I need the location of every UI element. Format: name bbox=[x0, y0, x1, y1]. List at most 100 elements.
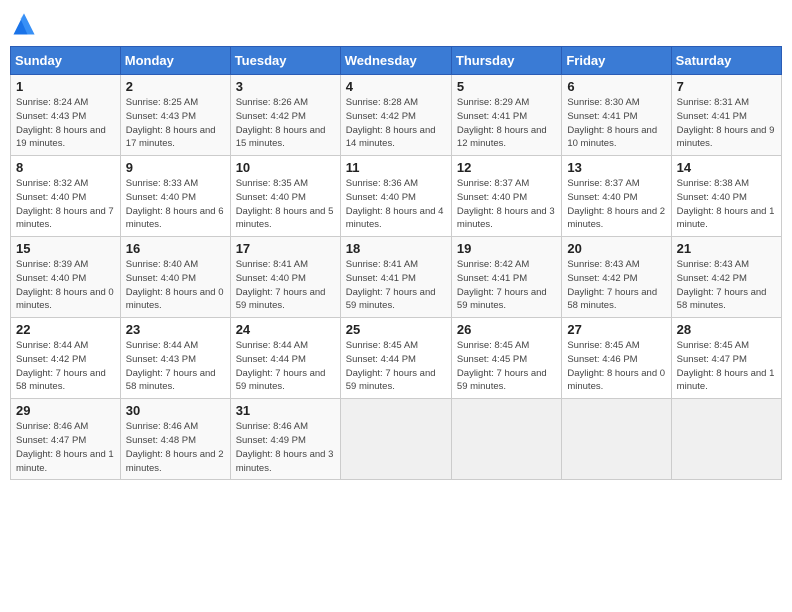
calendar-cell: 1 Sunrise: 8:24 AMSunset: 4:43 PMDaylight… bbox=[11, 75, 121, 156]
day-detail: Sunrise: 8:30 AMSunset: 4:41 PMDaylight:… bbox=[567, 96, 665, 151]
day-detail: Sunrise: 8:43 AMSunset: 4:42 PMDaylight:… bbox=[677, 258, 776, 313]
calendar-cell: 26 Sunrise: 8:45 AMSunset: 4:45 PMDayligh… bbox=[451, 318, 561, 399]
day-number: 2 bbox=[126, 79, 225, 94]
calendar-cell bbox=[451, 399, 561, 480]
day-detail: Sunrise: 8:24 AMSunset: 4:43 PMDaylight:… bbox=[16, 96, 115, 151]
day-number: 23 bbox=[126, 322, 225, 337]
day-number: 28 bbox=[677, 322, 776, 337]
calendar-cell: 2 Sunrise: 8:25 AMSunset: 4:43 PMDaylight… bbox=[120, 75, 230, 156]
calendar-day-header: Sunday bbox=[11, 47, 121, 75]
day-detail: Sunrise: 8:42 AMSunset: 4:41 PMDaylight:… bbox=[457, 258, 556, 313]
calendar-cell: 11Sunrise: 8:36 AMSunset: 4:40 PMDayligh… bbox=[340, 156, 451, 237]
calendar-week-row: 1 Sunrise: 8:24 AMSunset: 4:43 PMDaylight… bbox=[11, 75, 782, 156]
day-number: 31 bbox=[236, 403, 335, 418]
day-detail: Sunrise: 8:45 AMSunset: 4:44 PMDaylight:… bbox=[346, 339, 446, 394]
day-number: 8 bbox=[16, 160, 115, 175]
calendar-cell: 14 Sunrise: 8:38 AMSunset: 4:40 PMDayligh… bbox=[671, 156, 781, 237]
calendar-day-header: Monday bbox=[120, 47, 230, 75]
day-number: 16 bbox=[126, 241, 225, 256]
calendar-cell: 24 Sunrise: 8:44 AMSunset: 4:44 PMDayligh… bbox=[230, 318, 340, 399]
day-number: 30 bbox=[126, 403, 225, 418]
day-number: 15 bbox=[16, 241, 115, 256]
day-number: 24 bbox=[236, 322, 335, 337]
day-detail: Sunrise: 8:45 AMSunset: 4:46 PMDaylight:… bbox=[567, 339, 665, 394]
day-detail: Sunrise: 8:25 AMSunset: 4:43 PMDaylight:… bbox=[126, 96, 225, 151]
calendar-week-row: 8Sunrise: 8:32 AMSunset: 4:40 PMDaylight… bbox=[11, 156, 782, 237]
day-detail: Sunrise: 8:26 AMSunset: 4:42 PMDaylight:… bbox=[236, 96, 335, 151]
calendar-day-header: Wednesday bbox=[340, 47, 451, 75]
day-number: 4 bbox=[346, 79, 446, 94]
calendar-body: 1 Sunrise: 8:24 AMSunset: 4:43 PMDaylight… bbox=[11, 75, 782, 480]
day-number: 20 bbox=[567, 241, 665, 256]
day-number: 7 bbox=[677, 79, 776, 94]
day-number: 12 bbox=[457, 160, 556, 175]
calendar-day-header: Tuesday bbox=[230, 47, 340, 75]
calendar-cell bbox=[562, 399, 671, 480]
day-number: 21 bbox=[677, 241, 776, 256]
calendar-cell: 3 Sunrise: 8:26 AMSunset: 4:42 PMDaylight… bbox=[230, 75, 340, 156]
calendar-cell: 31 Sunrise: 8:46 AMSunset: 4:49 PMDayligh… bbox=[230, 399, 340, 480]
day-detail: Sunrise: 8:46 AMSunset: 4:49 PMDaylight:… bbox=[236, 420, 335, 475]
calendar-cell: 22Sunrise: 8:44 AMSunset: 4:42 PMDayligh… bbox=[11, 318, 121, 399]
calendar-header-row: SundayMondayTuesdayWednesdayThursdayFrid… bbox=[11, 47, 782, 75]
day-detail: Sunrise: 8:37 AMSunset: 4:40 PMDaylight:… bbox=[567, 177, 665, 232]
day-detail: Sunrise: 8:36 AMSunset: 4:40 PMDaylight:… bbox=[346, 177, 446, 232]
day-number: 29 bbox=[16, 403, 115, 418]
day-detail: Sunrise: 8:38 AMSunset: 4:40 PMDaylight:… bbox=[677, 177, 776, 232]
calendar-cell bbox=[671, 399, 781, 480]
day-detail: Sunrise: 8:45 AMSunset: 4:47 PMDaylight:… bbox=[677, 339, 776, 394]
calendar-cell: 25 Sunrise: 8:45 AMSunset: 4:44 PMDayligh… bbox=[340, 318, 451, 399]
calendar-cell: 20 Sunrise: 8:43 AMSunset: 4:42 PMDayligh… bbox=[562, 237, 671, 318]
day-detail: Sunrise: 8:44 AMSunset: 4:44 PMDaylight:… bbox=[236, 339, 335, 394]
logo-icon bbox=[10, 10, 38, 38]
calendar-table: SundayMondayTuesdayWednesdayThursdayFrid… bbox=[10, 46, 782, 480]
calendar-cell: 6 Sunrise: 8:30 AMSunset: 4:41 PMDaylight… bbox=[562, 75, 671, 156]
day-number: 6 bbox=[567, 79, 665, 94]
day-number: 17 bbox=[236, 241, 335, 256]
day-number: 27 bbox=[567, 322, 665, 337]
calendar-cell: 16 Sunrise: 8:40 AMSunset: 4:40 PMDayligh… bbox=[120, 237, 230, 318]
day-number: 25 bbox=[346, 322, 446, 337]
calendar-day-header: Thursday bbox=[451, 47, 561, 75]
day-detail: Sunrise: 8:37 AMSunset: 4:40 PMDaylight:… bbox=[457, 177, 556, 232]
day-detail: Sunrise: 8:33 AMSunset: 4:40 PMDaylight:… bbox=[126, 177, 225, 232]
day-number: 26 bbox=[457, 322, 556, 337]
calendar-cell: 17Sunrise: 8:41 AMSunset: 4:40 PMDayligh… bbox=[230, 237, 340, 318]
calendar-cell: 8Sunrise: 8:32 AMSunset: 4:40 PMDaylight… bbox=[11, 156, 121, 237]
calendar-cell: 15 Sunrise: 8:39 AMSunset: 4:40 PMDayligh… bbox=[11, 237, 121, 318]
calendar-cell: 18 Sunrise: 8:41 AMSunset: 4:41 PMDayligh… bbox=[340, 237, 451, 318]
page-header bbox=[10, 10, 782, 38]
day-detail: Sunrise: 8:46 AMSunset: 4:47 PMDaylight:… bbox=[16, 420, 115, 475]
calendar-week-row: 15 Sunrise: 8:39 AMSunset: 4:40 PMDayligh… bbox=[11, 237, 782, 318]
day-detail: Sunrise: 8:44 AMSunset: 4:43 PMDaylight:… bbox=[126, 339, 225, 394]
day-number: 13 bbox=[567, 160, 665, 175]
calendar-cell: 4 Sunrise: 8:28 AMSunset: 4:42 PMDaylight… bbox=[340, 75, 451, 156]
calendar-day-header: Saturday bbox=[671, 47, 781, 75]
day-number: 3 bbox=[236, 79, 335, 94]
day-detail: Sunrise: 8:35 AMSunset: 4:40 PMDaylight:… bbox=[236, 177, 335, 232]
day-detail: Sunrise: 8:43 AMSunset: 4:42 PMDaylight:… bbox=[567, 258, 665, 313]
day-number: 9 bbox=[126, 160, 225, 175]
day-number: 14 bbox=[677, 160, 776, 175]
calendar-cell bbox=[340, 399, 451, 480]
day-number: 18 bbox=[346, 241, 446, 256]
calendar-cell: 19Sunrise: 8:42 AMSunset: 4:41 PMDayligh… bbox=[451, 237, 561, 318]
calendar-week-row: 22Sunrise: 8:44 AMSunset: 4:42 PMDayligh… bbox=[11, 318, 782, 399]
calendar-cell: 9 Sunrise: 8:33 AMSunset: 4:40 PMDaylight… bbox=[120, 156, 230, 237]
day-detail: Sunrise: 8:28 AMSunset: 4:42 PMDaylight:… bbox=[346, 96, 446, 151]
calendar-cell: 21 Sunrise: 8:43 AMSunset: 4:42 PMDayligh… bbox=[671, 237, 781, 318]
day-number: 1 bbox=[16, 79, 115, 94]
day-detail: Sunrise: 8:45 AMSunset: 4:45 PMDaylight:… bbox=[457, 339, 556, 394]
calendar-cell: 10Sunrise: 8:35 AMSunset: 4:40 PMDayligh… bbox=[230, 156, 340, 237]
day-detail: Sunrise: 8:39 AMSunset: 4:40 PMDaylight:… bbox=[16, 258, 115, 313]
calendar-cell: 7Sunrise: 8:31 AMSunset: 4:41 PMDaylight… bbox=[671, 75, 781, 156]
day-detail: Sunrise: 8:44 AMSunset: 4:42 PMDaylight:… bbox=[16, 339, 115, 394]
calendar-week-row: 29 Sunrise: 8:46 AMSunset: 4:47 PMDayligh… bbox=[11, 399, 782, 480]
calendar-cell: 12 Sunrise: 8:37 AMSunset: 4:40 PMDayligh… bbox=[451, 156, 561, 237]
day-detail: Sunrise: 8:40 AMSunset: 4:40 PMDaylight:… bbox=[126, 258, 225, 313]
calendar-cell: 27 Sunrise: 8:45 AMSunset: 4:46 PMDayligh… bbox=[562, 318, 671, 399]
day-detail: Sunrise: 8:41 AMSunset: 4:41 PMDaylight:… bbox=[346, 258, 446, 313]
calendar-cell: 13 Sunrise: 8:37 AMSunset: 4:40 PMDayligh… bbox=[562, 156, 671, 237]
calendar-cell: 23 Sunrise: 8:44 AMSunset: 4:43 PMDayligh… bbox=[120, 318, 230, 399]
day-detail: Sunrise: 8:46 AMSunset: 4:48 PMDaylight:… bbox=[126, 420, 225, 475]
